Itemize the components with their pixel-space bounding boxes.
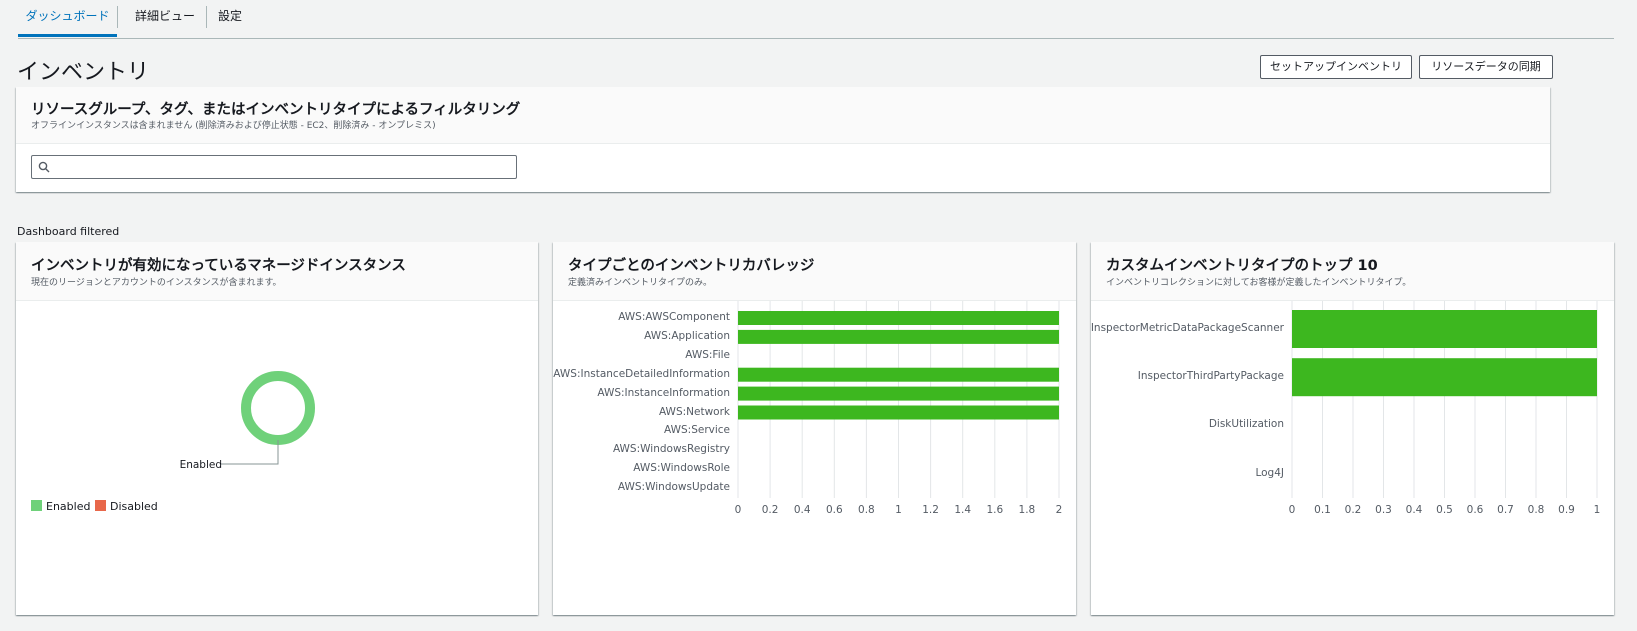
x-tick-label: 1.6 (986, 504, 1004, 516)
category-label: Log4J (1255, 466, 1284, 479)
filter-panel: リソースグループ、タグ、またはインベントリタイプによるフィルタリング オフライン… (16, 87, 1550, 192)
x-tick-label: 0 (734, 504, 742, 516)
x-tick-label: 0.2 (1344, 504, 1362, 516)
x-tick-label: 1 (1593, 504, 1601, 516)
x-tick-label: 0 (1288, 504, 1296, 516)
managed-instances-title: インベントリが有効になっているマネージドインスタンス (31, 258, 406, 274)
x-tick-label: 0.9 (1558, 504, 1575, 516)
category-label: AWS:Application (644, 329, 730, 342)
tab-divider (117, 6, 118, 28)
inventory-coverage-bar-chart: AWS:AWSComponent AWS:Application AWS:File A… (553, 242, 1076, 615)
filter-panel-title: リソースグループ、タグ、またはインベントリタイプによるフィルタリング (31, 102, 521, 118)
managed-instances-card-header: インベントリが有効になっているマネージドインスタンス 現在のリージョンとアカウン… (16, 242, 538, 301)
x-tick-label: 0.3 (1375, 504, 1392, 516)
bar[interactable] (738, 311, 1059, 325)
x-tick-label: 1.4 (954, 504, 972, 516)
x-tick-label: 0.6 (1466, 504, 1484, 516)
legend-item-disabled[interactable]: Disabled (95, 500, 158, 513)
bar[interactable] (1292, 310, 1597, 348)
filter-panel-header: リソースグループ、タグ、またはインベントリタイプによるフィルタリング オフライン… (16, 87, 1550, 144)
bar[interactable] (1292, 358, 1597, 397)
x-tick-label: 0.8 (1527, 504, 1545, 516)
donut-slice-enabled (241, 371, 315, 445)
tab-dashboard[interactable]: ダッシュボード (18, 0, 117, 37)
dashboard-filtered-label: Dashboard filtered (17, 225, 120, 238)
x-tick-label: 0.8 (858, 504, 875, 516)
x-tick-label: 1 (895, 504, 902, 516)
tab-settings[interactable]: 設定 (210, 0, 250, 37)
bar[interactable] (738, 405, 1059, 420)
category-label: InspectorMetricDataPackageScanner (1090, 322, 1284, 334)
resource-data-sync-button[interactable]: リソースデータの同期 (1419, 55, 1553, 79)
x-tick-label: 2 (1055, 504, 1063, 516)
x-tick-label: 0.2 (761, 504, 779, 516)
category-label: AWS:Network (658, 405, 730, 418)
category-label: AWS:WindowsRole (633, 462, 730, 475)
x-tick-label: 1.2 (922, 504, 939, 516)
bar[interactable] (738, 329, 1059, 344)
category-label: AWS:WindowsUpdate (617, 481, 730, 494)
x-tick-label: 0.5 (1436, 504, 1453, 516)
x-tick-label: 1.8 (1018, 504, 1036, 516)
search-input[interactable] (31, 155, 517, 179)
category-label: DiskUtilization (1208, 418, 1284, 431)
category-label: AWS:WindowsRegistry (612, 443, 730, 456)
bar[interactable] (738, 386, 1059, 401)
category-label: InspectorThirdPartyPackage (1137, 370, 1284, 383)
setup-inventory-button[interactable]: セットアップインベントリ (1260, 55, 1412, 79)
legend-label: Enabled (46, 500, 91, 513)
legend-swatch-disabled (95, 500, 106, 511)
legend-label: Disabled (110, 500, 158, 513)
x-tick-label: 0.4 (1405, 504, 1423, 516)
x-tick-label: 0.7 (1497, 504, 1514, 516)
category-label: AWS:InstanceInformation (597, 386, 730, 399)
category-label: AWS:InstanceDetailedInformation (553, 367, 730, 380)
search-icon (38, 161, 50, 173)
managed-instances-donut-chart: Enabled (180, 371, 315, 471)
custom-inventory-types-bar-chart: InspectorMetricDataPackageScanner Inspect… (1091, 242, 1614, 615)
category-label: AWS:File (685, 348, 730, 361)
category-label: AWS:Service (664, 424, 730, 437)
tab-detail-view[interactable]: 詳細ビュー (128, 0, 202, 37)
tab-divider (206, 6, 207, 28)
filter-panel-subtitle: オフラインインスタンスは含まれません (削除済みおよび停止状態 - EC2、削除… (31, 121, 436, 131)
custom-inventory-types-card: カスタムインベントリタイプのトップ 10 インベントリコレクションに対してお客様… (1091, 242, 1614, 615)
legend-item-enabled[interactable]: Enabled (31, 500, 90, 513)
donut-label-enabled: Enabled (180, 459, 222, 471)
legend-swatch-enabled (31, 500, 42, 511)
bar-chart-plot (1291, 301, 1598, 498)
managed-instances-subtitle: 現在のリージョンとアカウントのインスタンスが含まれます。 (31, 278, 282, 288)
x-tick-label: 0.4 (793, 504, 811, 516)
x-tick-label: 0.1 (1314, 504, 1331, 516)
bar-chart-plot (737, 301, 1060, 498)
page-title: インベントリ (17, 60, 150, 85)
tab-bar: ダッシュボード 詳細ビュー 設定 (18, 0, 1614, 39)
bar[interactable] (738, 367, 1059, 382)
category-label: AWS:AWSComponent (618, 311, 730, 323)
x-tick-label: 0.6 (825, 504, 843, 516)
inventory-coverage-card: タイプごとのインベントリカバレッジ 定義済みインベントリタイプのみ。 AWS:A… (553, 242, 1076, 615)
managed-instances-card: インベントリが有効になっているマネージドインスタンス 現在のリージョンとアカウン… (16, 242, 538, 615)
